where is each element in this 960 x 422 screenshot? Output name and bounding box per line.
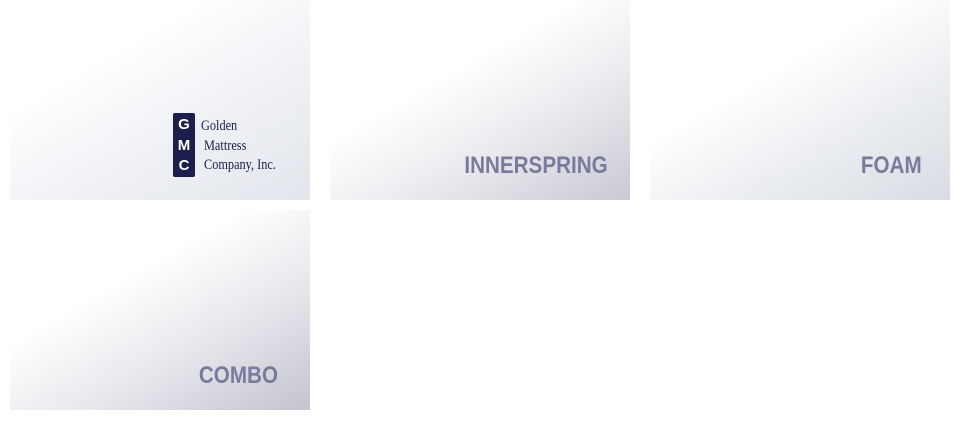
innerspring-tile[interactable]: INNERSPRING [330,0,630,200]
logo-line-mattress: Mattress [204,138,247,154]
foam-tile[interactable]: FOAM [650,0,950,200]
logo-letter-m: M [177,137,191,154]
foam-label: FOAM [861,152,922,179]
gmc-logo[interactable]: G M C Golden Mattress Company, Inc. [173,113,293,179]
logo-line-company: Company, Inc. [204,157,276,173]
logo-letter-c: C [178,157,190,174]
logo-tile[interactable]: G M C Golden Mattress Company, Inc. [10,0,310,200]
innerspring-label: INNERSPRING [464,152,608,179]
combo-tile[interactable]: COMBO [10,210,310,410]
logo-line-golden: Golden [201,118,238,134]
page: G M C Golden Mattress Company, Inc. INNE… [0,0,960,422]
combo-label: COMBO [198,362,278,389]
logo-letter-g: G [178,116,190,133]
